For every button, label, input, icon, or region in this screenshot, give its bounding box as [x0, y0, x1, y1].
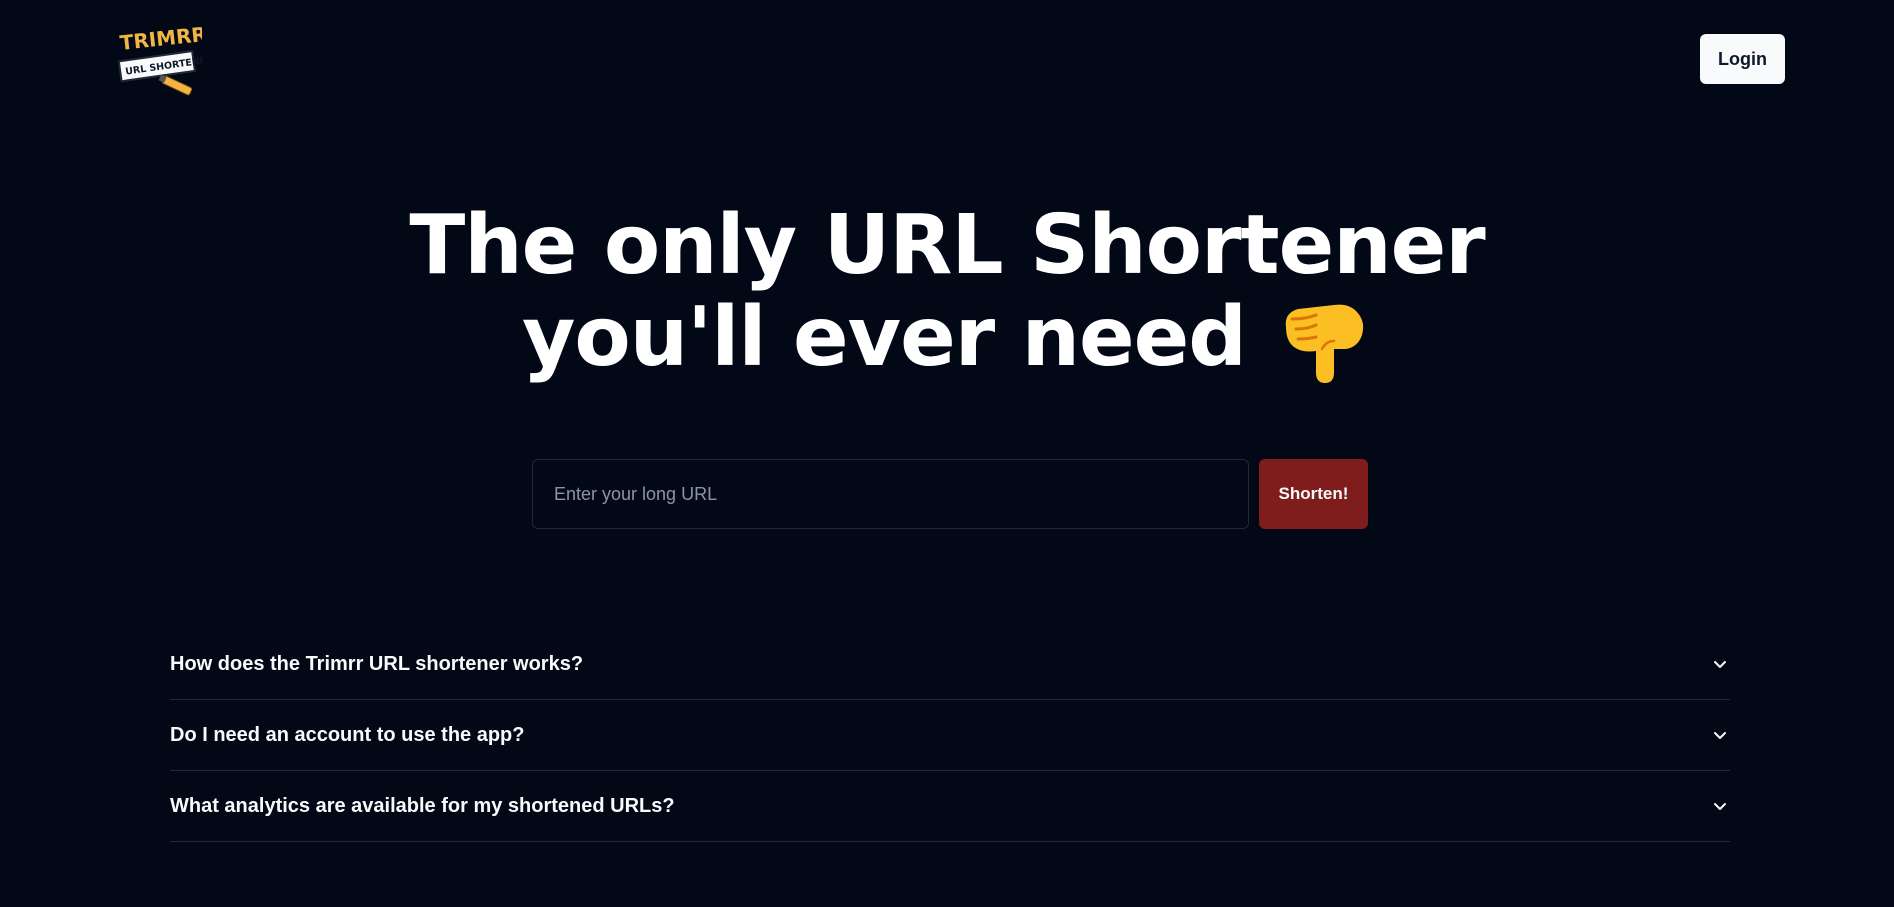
trimrr-logo: TRIMRR URL SHORTENER — [117, 22, 215, 96]
faq-item[interactable]: What analytics are available for my shor… — [170, 771, 1730, 842]
shorten-form: Shorten! — [532, 459, 1368, 529]
faq-question: How does the Trimrr URL shortener works? — [170, 652, 584, 675]
hero-title-line-1: The only URL Shortener — [409, 198, 1485, 293]
hero-title-line-2: you'll ever need — [521, 290, 1247, 385]
shorten-button[interactable]: Shorten! — [1259, 459, 1368, 529]
faq-question: Do I need an account to use the app? — [170, 723, 525, 746]
chevron-down-icon — [1714, 661, 1726, 668]
long-url-input[interactable] — [532, 459, 1249, 529]
logo-link[interactable]: TRIMRR URL SHORTENER — [117, 22, 215, 98]
faq-accordion: How does the Trimrr URL shortener works?… — [170, 629, 1730, 842]
header: TRIMRR URL SHORTENER Login — [0, 0, 1894, 120]
page: TRIMRR URL SHORTENER Login The only URL … — [0, 0, 1894, 907]
hero: The only URL Shortener you'll ever need — [0, 200, 1894, 391]
faq-item[interactable]: Do I need an account to use the app? — [170, 700, 1730, 771]
hero-title: The only URL Shortener you'll ever need — [0, 200, 1894, 391]
hero-title-line-2-wrap: you'll ever need — [0, 292, 1894, 391]
chevron-down-icon — [1714, 803, 1726, 810]
faq-question: What analytics are available for my shor… — [170, 794, 675, 817]
backhand-index-pointing-down-icon — [1285, 304, 1364, 383]
chevron-down-icon — [1714, 732, 1726, 739]
logo-top-text: TRIMRR — [119, 22, 202, 55]
login-button[interactable]: Login — [1700, 34, 1785, 84]
faq-item[interactable]: How does the Trimrr URL shortener works? — [170, 629, 1730, 700]
